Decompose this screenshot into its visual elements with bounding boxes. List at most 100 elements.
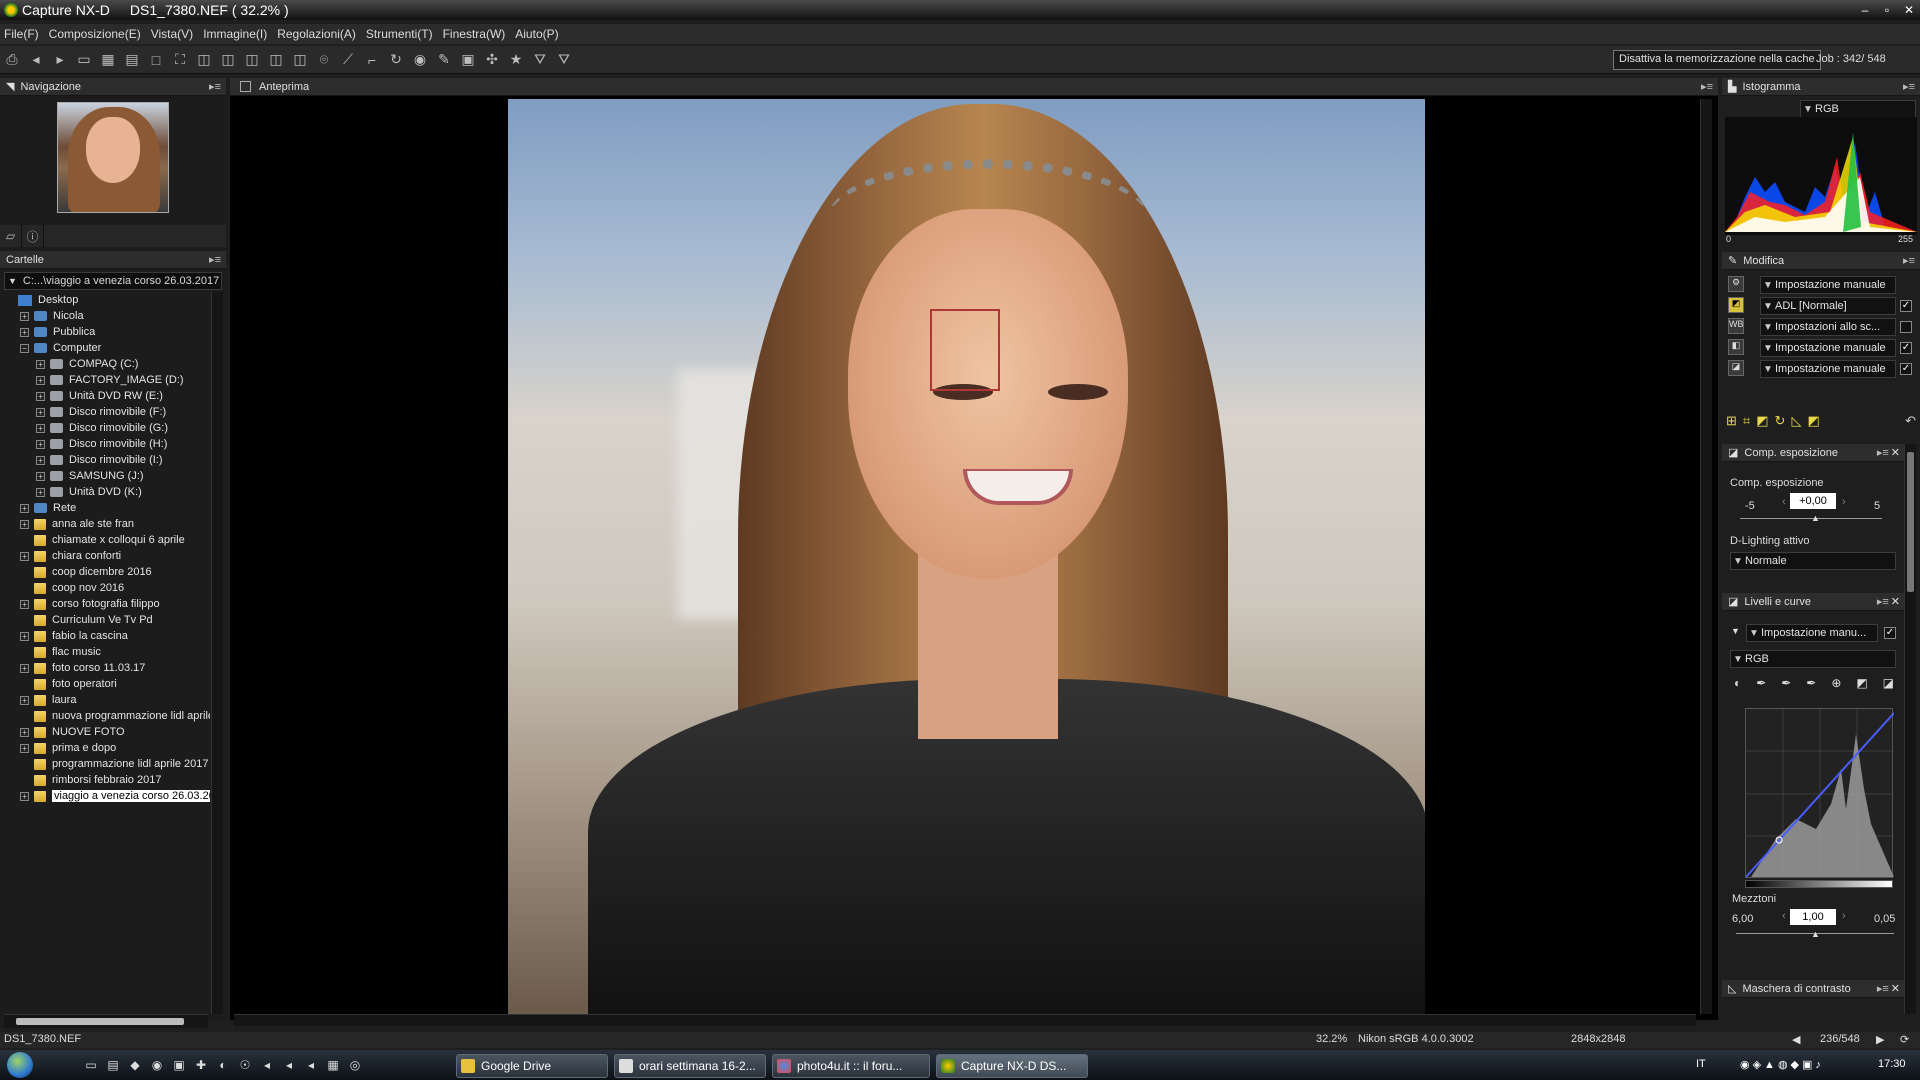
- folder-tree-scrollbar[interactable]: [211, 292, 223, 1014]
- navigation-menu-icon[interactable]: ▸≡: [209, 80, 221, 93]
- levels-enable-checkbox[interactable]: ✓: [1884, 627, 1896, 639]
- unsharp-menu-icon[interactable]: ▸≡: [1877, 982, 1889, 995]
- tree-item[interactable]: nuova programmazione lidl aprile 2: [20, 708, 210, 724]
- exposure-increase-icon[interactable]: ›: [1842, 496, 1846, 508]
- histogram-menu-icon[interactable]: ▸≡: [1903, 80, 1915, 93]
- crop-icon[interactable]: ⌐: [360, 49, 384, 71]
- tree-item[interactable]: + COMPAQ (C:): [36, 356, 138, 372]
- preview-checkbox[interactable]: [240, 81, 251, 92]
- quicklaunch-app-icon[interactable]: ◆: [124, 1055, 146, 1075]
- tree-item[interactable]: coop dicembre 2016: [20, 564, 152, 580]
- tree-item[interactable]: + Unità DVD RW (E:): [36, 388, 163, 404]
- compare-icon[interactable]: ◫: [192, 49, 216, 71]
- minimize-button[interactable]: –: [1854, 3, 1876, 17]
- preview-menu-icon[interactable]: ▸≡: [1701, 80, 1713, 93]
- menu-file[interactable]: File(F): [0, 27, 45, 41]
- maximize-button[interactable]: ▫: [1876, 3, 1898, 17]
- star-icon[interactable]: ★: [504, 49, 528, 71]
- expand-icon[interactable]: +: [20, 743, 29, 753]
- exposure-slider-thumb[interactable]: ▲: [1811, 513, 1820, 523]
- prev-image-icon[interactable]: ◀: [1792, 1033, 1800, 1046]
- tree-item[interactable]: + Disco rimovibile (G:): [36, 420, 168, 436]
- straighten-icon[interactable]: ⟋: [336, 49, 360, 71]
- red-eye-icon[interactable]: ◉: [408, 49, 432, 71]
- folder-tab-icon[interactable]: ▱: [0, 225, 22, 247]
- tree-item[interactable]: + SAMSUNG (J:): [36, 468, 144, 484]
- edit-step-checkbox[interactable]: ✓: [1900, 300, 1912, 312]
- edit-step-select[interactable]: ▼ Impostazione manuale: [1760, 276, 1896, 294]
- reset-curve-icon[interactable]: ◪: [1883, 676, 1894, 692]
- tree-item[interactable]: + Disco rimovibile (F:): [36, 404, 166, 420]
- expand-icon[interactable]: +: [20, 791, 29, 801]
- edit-step-checkbox[interactable]: ✓: [1900, 342, 1912, 354]
- exposure-decrease-icon[interactable]: ‹: [1782, 496, 1786, 508]
- expand-icon[interactable]: +: [20, 519, 29, 529]
- expand-icon[interactable]: +: [36, 423, 45, 433]
- midtones-decrease-icon[interactable]: ‹: [1782, 910, 1786, 922]
- tree-item[interactable]: + Rete: [20, 500, 76, 516]
- menu-vista[interactable]: Vista(V): [147, 27, 199, 41]
- curves-graph[interactable]: [1745, 708, 1895, 879]
- edit-step-select[interactable]: ▼ Impostazioni allo sc...: [1760, 318, 1896, 336]
- task-photo4u[interactable]: photo4u.it :: il foru...: [772, 1054, 930, 1078]
- edit-menu-icon[interactable]: ▸≡: [1903, 254, 1915, 267]
- compare-4-icon[interactable]: ◫: [264, 49, 288, 71]
- tree-item[interactable]: + Unità DVD (K:): [36, 484, 142, 500]
- metadata-tab-icon[interactable]: ⓘ: [22, 225, 44, 247]
- quicklaunch-app-7-icon[interactable]: ◂: [278, 1055, 300, 1075]
- tree-item[interactable]: + Pubblica: [20, 324, 95, 340]
- menu-composizione[interactable]: Composizione(E): [45, 27, 147, 41]
- quicklaunch-app-4-icon[interactable]: ◐: [212, 1055, 234, 1075]
- expand-icon[interactable]: +: [20, 551, 29, 561]
- add-anchor-icon[interactable]: ⊕: [1831, 676, 1841, 692]
- exposure-value-input[interactable]: +0,00: [1790, 493, 1836, 509]
- tree-item[interactable]: + laura: [20, 692, 76, 708]
- show-desktop-icon[interactable]: ▭: [80, 1055, 102, 1075]
- forward-icon[interactable]: ▸: [48, 49, 72, 71]
- tree-item[interactable]: programmazione lidl aprile 2017: [20, 756, 209, 772]
- auto-contrast-icon[interactable]: ◩: [1856, 676, 1867, 692]
- next-image-icon[interactable]: ▶: [1876, 1033, 1884, 1046]
- close-button[interactable]: ✕: [1898, 3, 1920, 17]
- tree-item[interactable]: + Disco rimovibile (I:): [36, 452, 163, 468]
- quicklaunch-app-6-icon[interactable]: ◂: [256, 1055, 278, 1075]
- start-button[interactable]: [0, 1050, 40, 1080]
- filmstrip-view-icon[interactable]: ▤: [120, 49, 144, 71]
- language-indicator[interactable]: IT: [1696, 1058, 1706, 1070]
- tool-levels-icon[interactable]: ◩: [1807, 413, 1819, 431]
- tree-item[interactable]: chiamate x colloqui 6 aprile: [20, 532, 185, 548]
- task-orari[interactable]: orari settimana 16-2...: [614, 1054, 766, 1078]
- right-scroll-thumb[interactable]: [1907, 452, 1914, 592]
- hscroll-thumb[interactable]: [16, 1018, 184, 1025]
- tool-crop-icon[interactable]: ⌗: [1743, 413, 1750, 431]
- preview-vscrollbar[interactable]: [1700, 99, 1712, 1014]
- expand-icon[interactable]: +: [36, 439, 45, 449]
- grid-view-icon[interactable]: ▦: [96, 49, 120, 71]
- tree-item[interactable]: + corso fotografia filippo: [20, 596, 160, 612]
- clock[interactable]: 17:30: [1878, 1058, 1906, 1070]
- expand-icon[interactable]: +: [36, 391, 45, 401]
- task-capture-nxd[interactable]: Capture NX-D DS...: [936, 1054, 1088, 1078]
- gray-eyedropper-icon[interactable]: ✒: [1781, 676, 1791, 692]
- task-google-drive[interactable]: Google Drive: [456, 1054, 608, 1078]
- expand-icon[interactable]: +: [20, 599, 29, 609]
- expand-icon[interactable]: +: [36, 471, 45, 481]
- tree-item[interactable]: + FACTORY_IMAGE (D:): [36, 372, 184, 388]
- main-photo[interactable]: [508, 99, 1425, 1014]
- compare-3-icon[interactable]: ◫: [240, 49, 264, 71]
- expand-icon[interactable]: +: [36, 455, 45, 465]
- folder-path-dropdown[interactable]: ▼ C:...\viaggio a venezia corso 26.03.20…: [4, 272, 222, 290]
- tree-item[interactable]: + Disco rimovibile (H:): [36, 436, 167, 452]
- unsharp-close-icon[interactable]: ✕: [1891, 982, 1900, 995]
- midtones-increase-icon[interactable]: ›: [1842, 910, 1846, 922]
- tree-item[interactable]: + prima e dopo: [20, 740, 116, 756]
- rotate-icon[interactable]: ↻: [384, 49, 408, 71]
- tree-item[interactable]: + viaggio a venezia corso 26.03.201: [20, 788, 210, 804]
- expand-icon[interactable]: +: [36, 407, 45, 417]
- tool-nr-icon[interactable]: ⊞: [1726, 413, 1737, 431]
- expand-icon[interactable]: +: [36, 487, 45, 497]
- tree-item[interactable]: + foto corso 11.03.17: [20, 660, 145, 676]
- single-view-icon[interactable]: □: [144, 49, 168, 71]
- filter-icon[interactable]: ⛛: [528, 49, 552, 71]
- tree-item[interactable]: rimborsi febbraio 2017: [20, 772, 161, 788]
